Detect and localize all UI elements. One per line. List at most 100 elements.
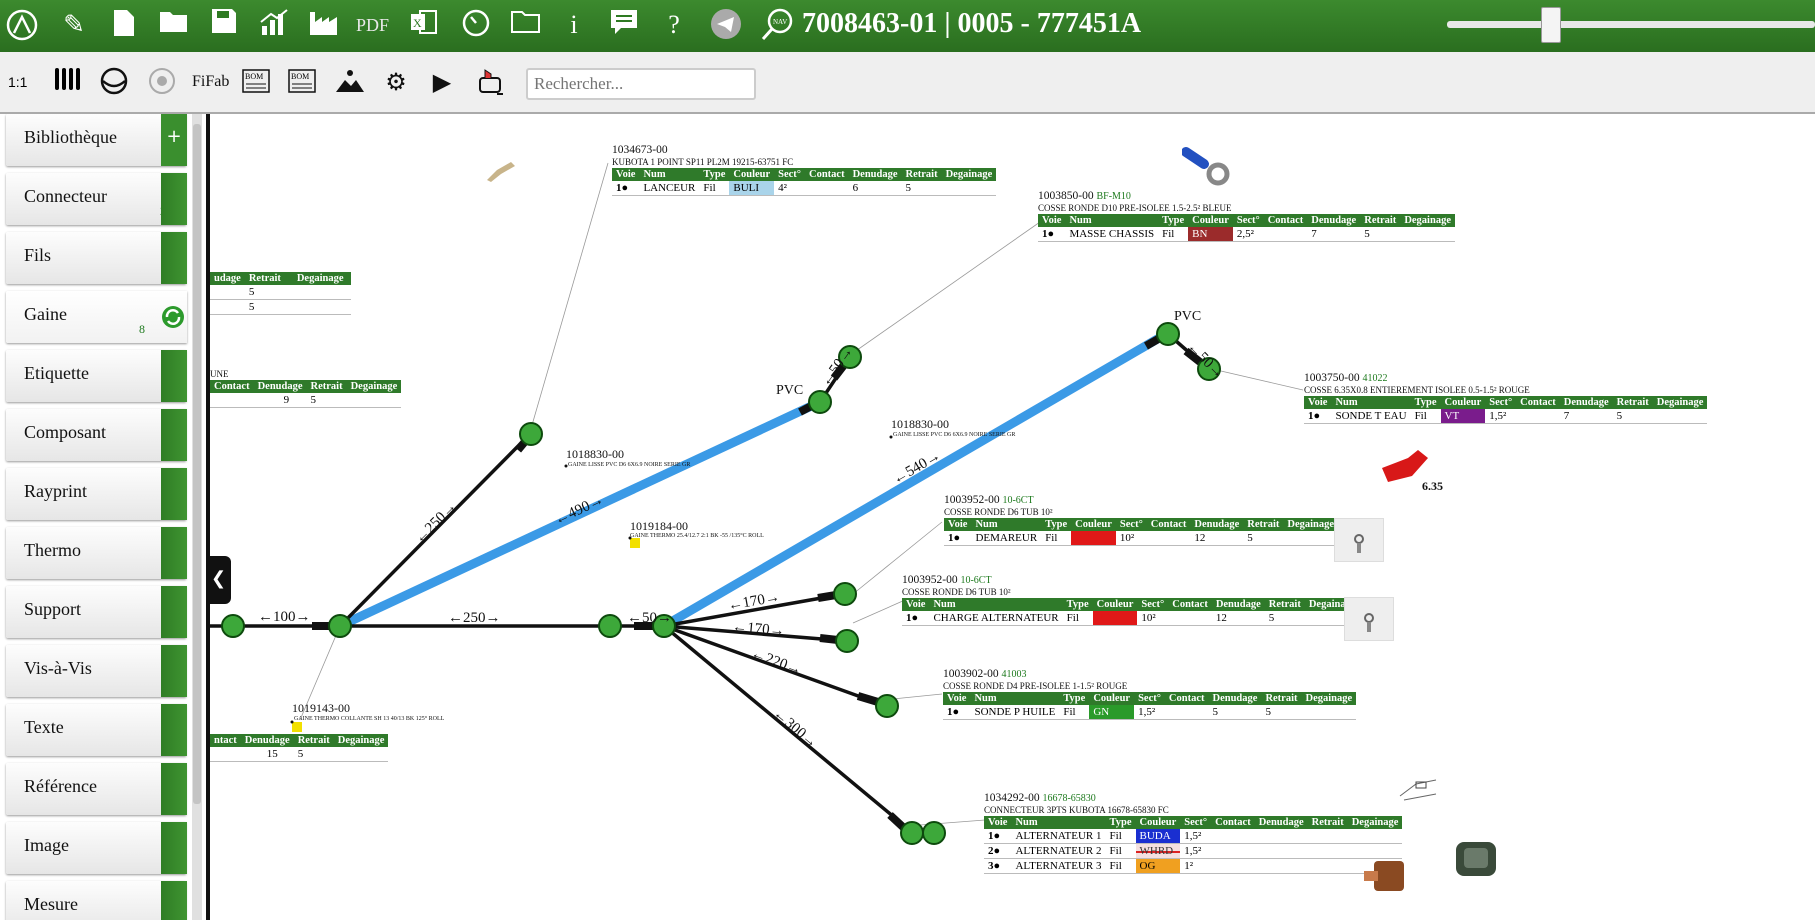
help-icon[interactable]: ? [658,8,690,42]
bom-button[interactable]: BOM [240,66,272,98]
new-file-icon[interactable] [108,8,140,42]
connector-ref: 1003850-00 [1038,190,1094,202]
table-cell [292,299,351,315]
zoom-reset-button[interactable]: 1:1 [8,74,27,90]
folder-icon[interactable] [510,8,542,42]
diagram-canvas[interactable]: ←100→ ←250→ ←250→ ←490→ ←540→ ←50→ ←50→ … [210,114,1815,920]
connector-block[interactable]: 1003952-00 10-6CT COSSE RONDE D6 TUB 10²… [944,494,1339,546]
sidebar-tab-texte[interactable] [161,704,187,756]
search-nav-icon[interactable]: NAV [760,8,793,42]
fifab-button[interactable]: FiFab [192,66,229,98]
table-row[interactable]: 1● CHARGE ALTERNATEUR Fil RD 10² 12 5 [902,611,1360,626]
table-row[interactable]: 1● SONDE T EAU Fil VT 1,5² 7 5 [1304,409,1708,424]
sidebar-tab-composant[interactable] [161,409,187,461]
zoom-slider-thumb[interactable] [1541,7,1561,43]
sidebar-item-mesure[interactable]: Mesure [6,881,186,920]
sidebar-tab-image[interactable] [161,822,187,874]
sidebar-item-thermo[interactable]: Thermo2 [6,527,186,579]
refresh-icon[interactable] [161,305,185,329]
toolbar: 1:1 FiFab BOM BOM ⚙ ▶ [0,52,1815,114]
table-header: Voie [944,518,972,531]
sidebar-item-texte[interactable]: Texte1 [6,704,186,756]
cable-icon[interactable] [98,66,130,98]
sidebar-scrollbar-thumb[interactable] [193,124,201,804]
sidebar-item-support[interactable]: Support [6,586,186,638]
connector-ref: 1034292-00 [984,792,1040,804]
partial-connector-table[interactable]: UNE Contact Denudage Retrait Degainage 95 [210,369,402,408]
connector-block[interactable]: 1003902-00 41003 COSSE RONDE D4 PRE-ISOL… [943,668,1357,720]
sidebar-tab-fils[interactable] [161,232,187,284]
sidebar-scrollbar[interactable] [192,114,202,920]
svg-text:X: X [413,16,422,30]
table-row[interactable]: 1● SONDE P HUILE Fil GN 1,5² 5 5 [943,705,1357,720]
node [328,614,352,638]
connector-block[interactable]: 1034673-00 KUBOTA 1 POINT SP11 PL2M 1921… [612,144,997,196]
table-cell [210,299,245,315]
info-icon[interactable]: i [558,8,590,42]
table-header: Sect° [1134,692,1165,705]
connector-ref: 1034673-00 [612,144,668,156]
degainage-cell [1652,409,1708,424]
telegram-icon[interactable] [710,8,742,42]
sidebar-item-bibliotheque[interactable]: Bibliothèque [6,114,186,166]
eye-hidden-icon[interactable] [146,66,178,98]
sidebar-item-connecteur[interactable]: Connecteur26 [6,173,186,225]
connector-ref: 1003952-00 [944,494,1000,506]
landscape-icon[interactable] [334,66,366,98]
add-button[interactable]: + [161,114,187,166]
sidebar-tab-rayprint[interactable] [161,468,187,520]
sidebar-item-composant[interactable]: Composant2 [6,409,186,461]
sidebar-tab-mesure[interactable] [161,881,187,920]
table-row[interactable]: 1● DEMAREUR Fil RD 10² 12 5 [944,531,1339,546]
search-input[interactable] [526,68,756,100]
pdf-icon[interactable]: PDF [356,8,389,42]
sidebar-item-image[interactable]: Image [6,822,186,874]
sidebar-tab-etiquette[interactable] [161,350,187,402]
connector-block[interactable]: 1003750-00 41022 COSSE 6.35X0.8 ENTIEREM… [1304,372,1708,424]
barcode-icon[interactable] [52,66,84,98]
sidebar-item-etiquette[interactable]: Etiquette [6,350,186,402]
partial-connector-table[interactable]: udage Retrait Degainage 5 5 [210,272,351,315]
factory-icon[interactable] [308,8,340,42]
open-folder-icon[interactable] [158,8,190,42]
sidebar-item-rayprint[interactable]: Rayprint [6,468,186,520]
excel-icon[interactable]: X [408,8,440,42]
clock-icon[interactable] [460,8,492,42]
sidebar-item-vis-a-vis[interactable]: Vis-à-Vis [6,645,186,697]
table-row[interactable]: 1● ALTERNATEUR 1 Fil BUDA 1,5² [984,829,1403,844]
partial-connector-table[interactable]: ntact Denudage Retrait Degainage 15 5 [210,734,389,762]
gear-icon[interactable]: ⚙ [380,66,412,98]
denudage-cell: 7 [1307,227,1361,242]
degainage-cell [1301,705,1357,720]
pencil-icon[interactable]: ✎ [58,8,90,42]
play-icon[interactable]: ▶ [426,66,458,98]
sidebar-item-fils[interactable]: Fils17 [6,232,186,284]
sidebar-tab-vis-a-vis[interactable] [161,645,187,697]
chart-icon[interactable] [258,8,290,42]
sidebar-tab-reference[interactable] [161,763,187,815]
sidebar-tab-support[interactable] [161,586,187,638]
node [835,629,859,653]
node [221,614,245,638]
table-header: Voie [1038,214,1066,227]
table-row[interactable]: 1● LANCEUR Fil BULI 4² 6 5 [612,181,997,196]
sidebar-item-reference[interactable]: Référence [6,763,186,815]
crimp-tool-icon[interactable] [474,66,506,98]
sidebar-item-gaine[interactable]: Gaine 8 [6,291,187,343]
connector-block[interactable]: 1003952-00 10-6CT COSSE RONDE D6 TUB 10²… [902,574,1360,626]
sidebar-tab-connecteur[interactable] [161,173,187,225]
table-row[interactable]: 1● MASSE CHASSIS Fil BN 2,5² 7 5 [1038,227,1455,242]
table-row[interactable]: 3● ALTERNATEUR 3 Fil OG 1² [984,858,1403,874]
pin-icon: ● [1047,228,1055,240]
zoom-slider[interactable] [1447,7,1815,43]
type-cell: Fil [699,181,730,196]
sidebar-tab-thermo[interactable] [161,527,187,579]
connector-block[interactable]: 1003850-00 BF-M10 COSSE RONDE D10 PRE-IS… [1038,190,1455,242]
bom-export-button[interactable]: BOM [286,66,318,98]
comment-icon[interactable] [608,8,640,42]
save-icon[interactable] [208,8,240,42]
connector-block[interactable]: 1034292-00 16678-65830 CONNECTEUR 3PTS K… [984,792,1403,874]
table-row[interactable]: 2● ALTERNATEUR 2 Fil WHRD 1,5² [984,843,1403,859]
logo-icon[interactable] [6,8,38,42]
retrait-cell: 5 [1243,531,1284,546]
